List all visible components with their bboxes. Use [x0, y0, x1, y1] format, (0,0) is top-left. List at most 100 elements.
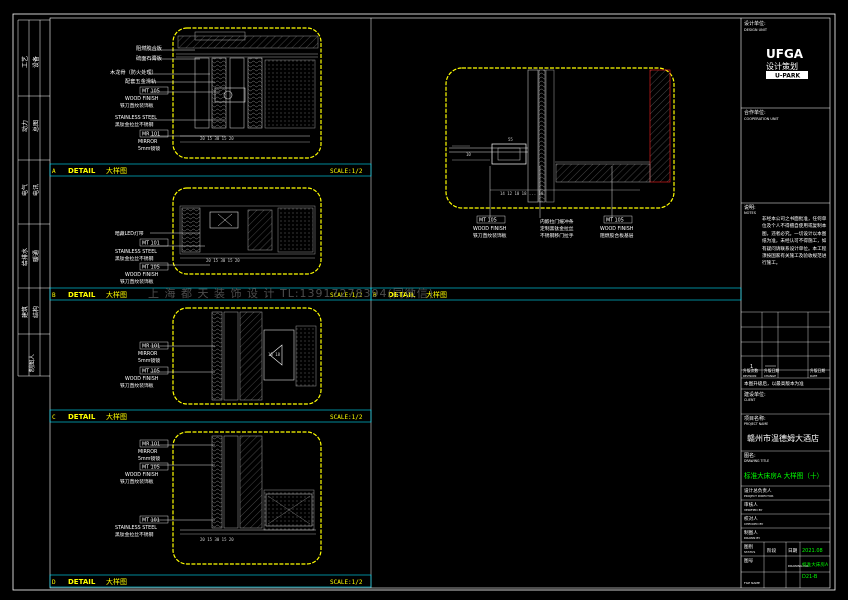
callout-a-rail: 配套五金滑轨 [125, 77, 156, 85]
detail-d-title-bar [49, 574, 372, 588]
detail-a-title-en: DETAIL [68, 167, 96, 175]
callout-br-wood-finish: WOOD FINISH [473, 226, 507, 232]
callout-b-mt105: MT 105 [142, 265, 160, 271]
date-value: 2021.08 [802, 548, 823, 554]
change-en: CHANGE [764, 374, 776, 378]
change-cn: 升版日期 [764, 368, 779, 373]
strip-label-hvac: 暖通 [32, 250, 40, 262]
drawing-name: 标准大床房A 大样图（十） [744, 471, 823, 480]
callout-br-plywood: 阻燃胶合板基层 [600, 232, 634, 239]
detail-b-right: 55 10 14 12 10 18 ... 10 MT 105 WOOD FIN… [370, 67, 742, 301]
callout-d-wood-finish: WOOD FINISH [125, 472, 159, 478]
project-en: PROJECT NAME [744, 422, 768, 426]
svg-text:10 18: 10 18 [268, 352, 281, 357]
drawing-title-en: DRAWING TITLE [744, 459, 769, 463]
callout-br-wood-finish-b: WOOD FINISH [600, 226, 634, 232]
callout-b-mt101: MT 101 [142, 241, 160, 247]
callout-a-steel: STAINLESS STEEL [115, 115, 157, 121]
coop-unit-en: COOPERATION UNIT [744, 117, 780, 121]
detail-c-letter: C [52, 414, 56, 421]
callout-c-mr101: MR 101 [142, 344, 160, 350]
callout-d-mt101: MT 101 [142, 518, 160, 524]
callout-br-handle: 定制黑钛金拉丝 [540, 225, 574, 232]
notes-en: NOTES [744, 211, 757, 215]
client-en: CLIENT [744, 398, 755, 402]
file-code: D21-B [802, 574, 818, 580]
client-cn: 建设单位: [744, 391, 766, 398]
detail-c-title-bar [49, 409, 372, 423]
row-drawn-en: DRAWN BY [744, 536, 760, 540]
callout-d-wood-cn: 铁刀直纹装饰板 [120, 478, 154, 485]
logo-main: UFGA [766, 47, 804, 61]
callout-c-mirror-cn: 5mm镜镜 [138, 357, 160, 364]
detail-b: 20 15 30 15 20 暗藏LED灯带 MT 101 STAINLESS … [49, 187, 372, 301]
detail-a-title-cn: 大样图 [106, 166, 127, 175]
detail-d-title-en: DETAIL [68, 578, 96, 586]
detail-d: 20 15 30 15 20 MR 101 MIRROR 5mm镜镜 MT 10… [49, 431, 372, 588]
detail-c-title-cn: 大样图 [106, 412, 127, 421]
callout-a-wood-cn: 铁刀直纹装饰板 [120, 102, 154, 109]
detail-d-letter: D [52, 579, 56, 586]
row-verified-en: VERIFIED BY [744, 508, 763, 512]
strip-label-structure: 结构 [32, 306, 40, 318]
file-en: FILE NAME [744, 581, 760, 585]
notes-cn: 说明: [744, 204, 756, 211]
logo-en: U-PARK [775, 73, 800, 80]
callout-d-steel-cn: 黑钛金拉丝不锈钢 [115, 531, 154, 538]
callout-b-steel: STAINLESS STEEL [115, 249, 157, 255]
svg-text:20 15 30 15 20: 20 15 30 15 20 [206, 258, 240, 263]
date-en: DATE [810, 374, 818, 378]
detail-c-scale: SCALE:1/2 [330, 414, 363, 421]
revision-cn: 升版次数 [743, 368, 758, 373]
date-cn: 升版日期 [810, 368, 825, 373]
callout-d-mr101: MR 101 [142, 442, 160, 448]
project-name: 赣州市温德姆大酒店 [747, 433, 819, 443]
callout-d-steel: STAINLESS STEEL [115, 525, 157, 531]
callout-d-mirror-cn: 5mm镜镜 [138, 455, 160, 462]
svg-text:20 15 30 15 20: 20 15 30 15 20 [200, 537, 234, 542]
callout-c-wood-cn: 铁刀直纹装饰板 [120, 382, 154, 389]
strip-label-site-plan: 总图 [32, 120, 40, 132]
callout-a-fire-plywood: 阻燃胶合板 [136, 44, 163, 52]
project-cn: 项目名称: [744, 415, 766, 422]
left-strip: 工艺 设备 动力 总图 电气 电讯 给排水 暖通 建筑 结构 制图人 [17, 19, 50, 377]
status-cn: 图别 [744, 543, 754, 550]
callout-br-handle2: 不锈钢移门拉手 [540, 232, 574, 239]
strip-label-architecture: 建筑 [21, 306, 29, 318]
coop-unit-cn: 合作单位: [744, 109, 766, 116]
callout-br-buffer: 内嵌拉门缓冲条 [540, 218, 574, 225]
callout-a-mr101: MR 101 [142, 132, 160, 138]
revision-en: REVISION [743, 374, 756, 378]
callout-b-steel-cn: 黑钛金拉丝不锈钢 [115, 255, 154, 262]
callout-a-wood-keel: 木龙骨（防火处理） [110, 68, 157, 76]
company-logo: UFGA 设计策划 U-PARK [766, 47, 808, 80]
design-unit-en: DESIGN UNIT [744, 28, 768, 32]
status-en: STATUS [744, 550, 755, 554]
callout-a-mt105: MT 105 [142, 89, 160, 95]
callout-a-mirror: MIRROR [138, 139, 158, 145]
strip-label-equipment: 设备 [32, 56, 40, 68]
drawing-title-cn: 图名: [744, 452, 756, 459]
sheet-inner-frame [49, 17, 831, 589]
row-drawn-cn: 制图人 [744, 529, 758, 536]
callout-c-mt105: MT 105 [142, 369, 160, 375]
callout-br-mt105-b: MT 105 [606, 218, 624, 224]
detail-a-scale: SCALE:1/2 [330, 168, 363, 175]
detail-b-letter: B [52, 292, 56, 299]
detail-c-title-en: DETAIL [68, 413, 96, 421]
strip-label-drafter: 制图人 [28, 354, 36, 372]
svg-text:10: 10 [466, 152, 471, 157]
callout-br-wood-cn: 铁刀直纹装饰板 [473, 232, 507, 239]
strip-label-craft: 工艺 [21, 56, 29, 68]
row-director-en: PROJECT DIRECTOR [744, 494, 773, 498]
date-label-cn: 日期 [788, 548, 798, 554]
strip-label-telecom: 电讯 [32, 184, 40, 196]
row-director-cn: 设计总负责人 [744, 487, 772, 494]
detail-b-title-cn: 大样图 [106, 290, 127, 299]
strip-label-electrical: 电气 [21, 184, 29, 196]
watermark: 上 海 都 天 装 饰 设 计 TL:13917278394(同微信) [148, 286, 434, 300]
callout-a-steel-cn: 黑钛金拉丝不锈钢 [115, 121, 154, 128]
detail-a-letter: A [52, 168, 56, 175]
callout-a-gypsum: 硫面石膏板 [136, 54, 163, 62]
detail-c: 10 18 MR 101 MIRROR 5mm镜镜 MT 105 WOOD FI… [49, 307, 372, 423]
